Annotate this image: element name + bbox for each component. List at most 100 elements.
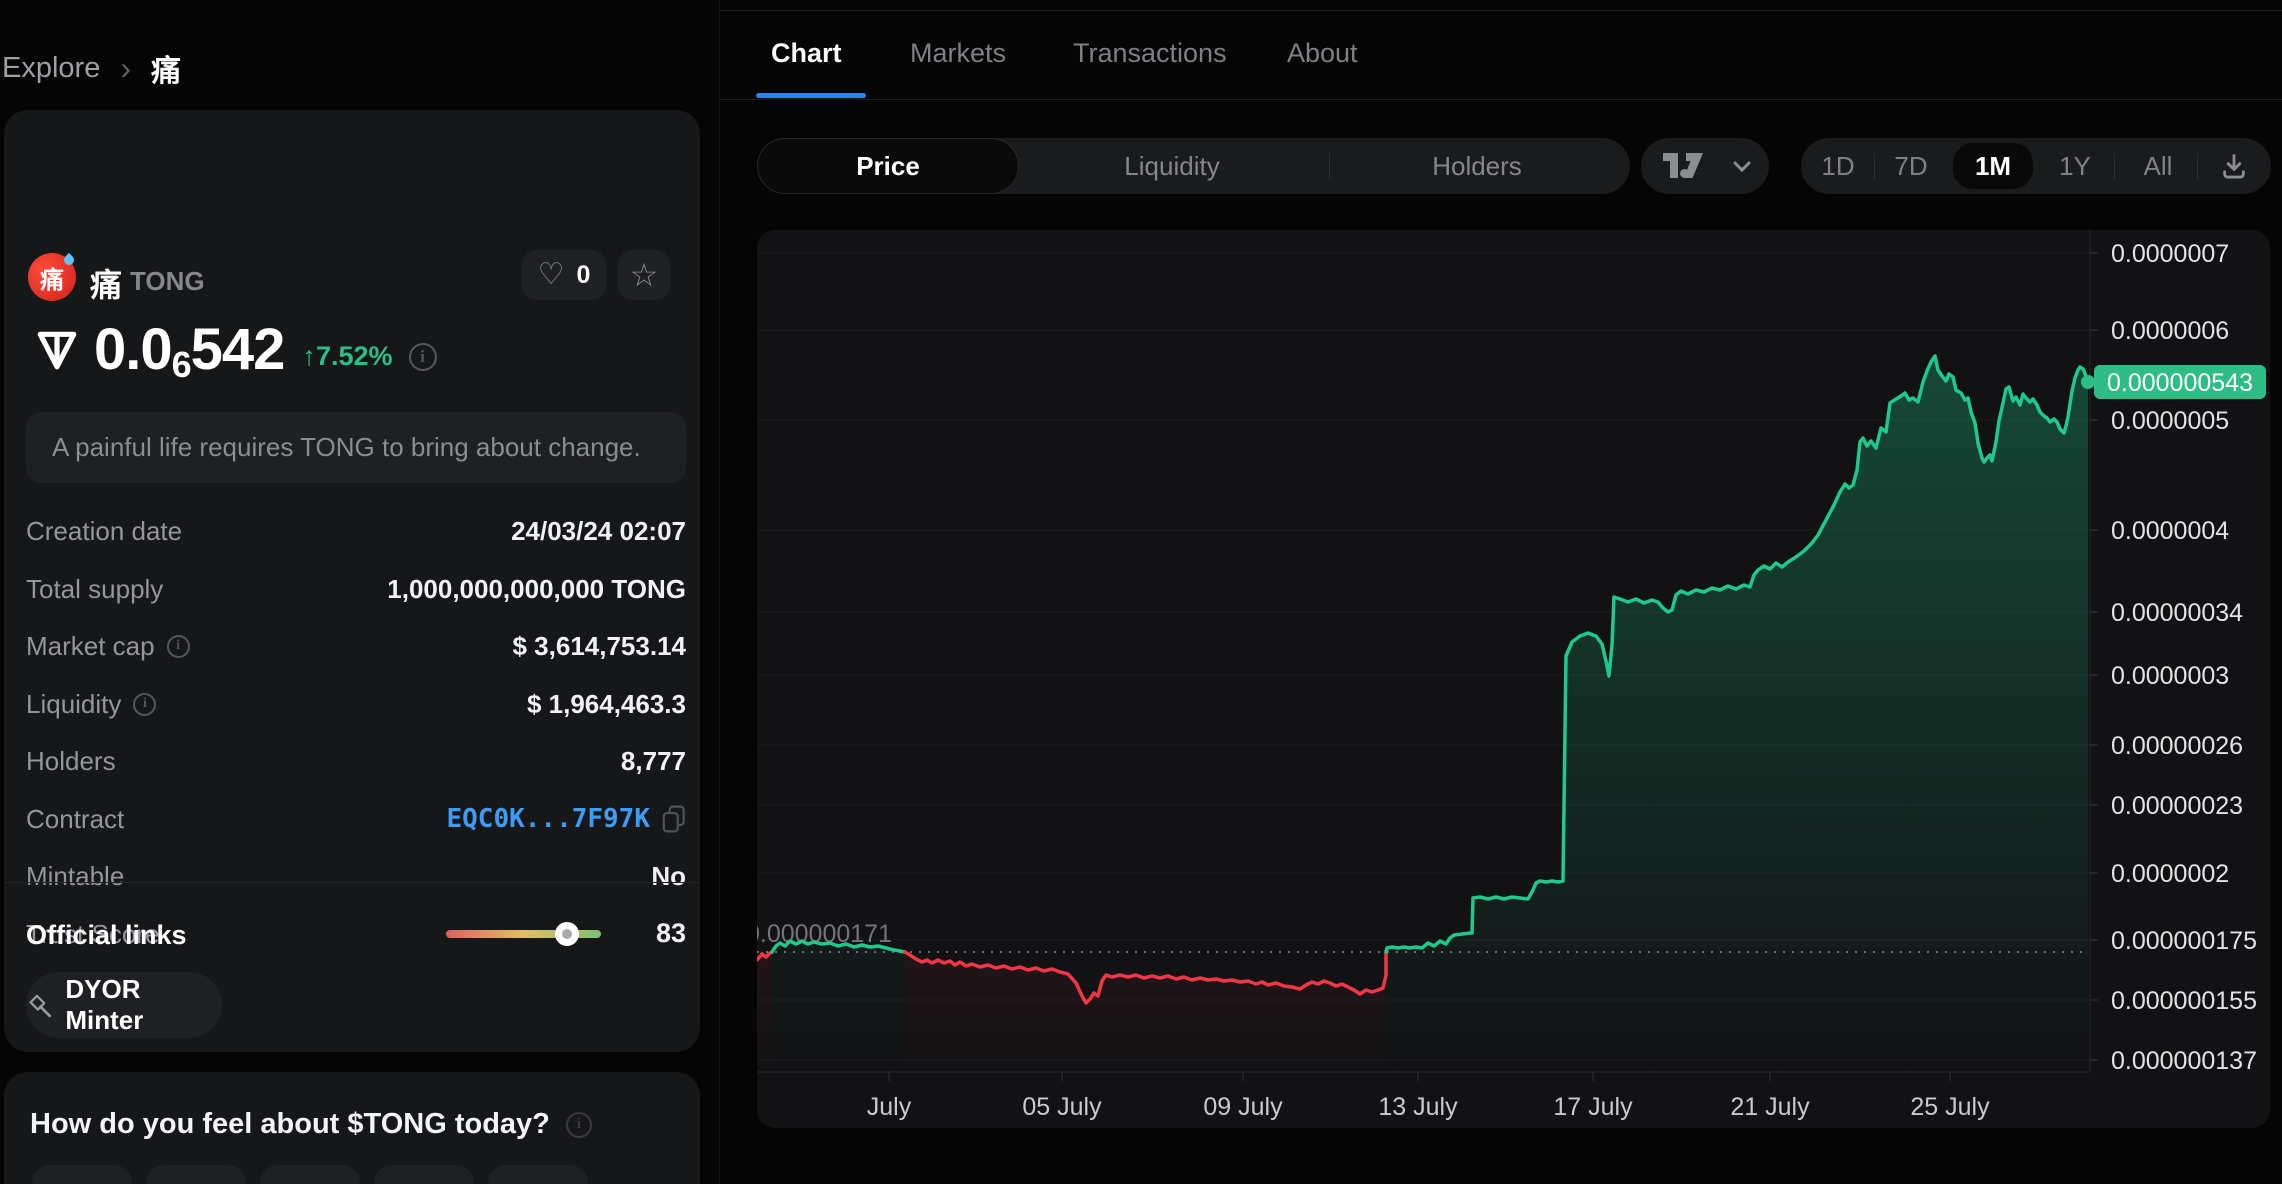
series-segmented-control: Price Liquidity Holders <box>757 138 1630 194</box>
svg-text:0.000000155: 0.000000155 <box>2111 987 2257 1015</box>
sentiment-info-icon[interactable]: i <box>565 1111 592 1138</box>
tab-chart[interactable]: Chart <box>771 38 842 69</box>
official-link-dyor-minter[interactable]: DYOR Minter <box>26 972 222 1038</box>
price-change-badge: ↑7.52% <box>302 341 393 371</box>
trust-knob-dot <box>562 929 572 939</box>
stat-label: Mintable <box>26 860 125 891</box>
price-info-icon[interactable]: i <box>408 342 437 371</box>
svg-text:0.00000023: 0.00000023 <box>2111 792 2243 820</box>
svg-text:0.000000543: 0.000000543 <box>2107 369 2253 397</box>
token-info-card: 痛 痛 TONG ♡ 0 ☆ 0.06542 ↑7.52% i A painfu… <box>4 110 700 1052</box>
sentiment-option-button[interactable] <box>260 1165 360 1184</box>
stat-row-total-supply: Total supply 1,000,000,000,000 TONG <box>26 569 686 609</box>
stat-value: 8,777 <box>620 745 686 776</box>
svg-text:17 July: 17 July <box>1553 1093 1633 1121</box>
timeframe-1m-active[interactable]: 1M <box>1953 143 2033 189</box>
svg-text:July: July <box>867 1093 912 1121</box>
contract-value-group: EQC0K...7F97K <box>447 804 687 834</box>
stat-label: Contract <box>26 803 125 834</box>
stat-label: Market cap i <box>26 631 190 662</box>
stat-label: Holders <box>26 745 116 776</box>
sentiment-title-text: How do you feel about $TONG today? <box>30 1108 550 1140</box>
stat-value: $ 3,614,753.14 <box>512 630 687 661</box>
timeframe-7d[interactable]: 7D <box>1894 138 1927 194</box>
hammer-icon <box>29 994 52 1018</box>
info-icon[interactable]: i <box>166 634 190 658</box>
like-button[interactable]: ♡ 0 <box>522 250 606 300</box>
svg-text:09 July: 09 July <box>1203 1093 1283 1121</box>
stat-label: Total supply <box>26 573 164 604</box>
sentiment-option-button[interactable] <box>488 1165 588 1184</box>
timeframe-divider <box>2114 153 2115 179</box>
stat-value: 1,000,000,000,000 TONG <box>387 573 686 604</box>
timeframe-1y[interactable]: 1Y <box>2059 138 2091 194</box>
chart-card: 0.000000171 0.0000007 0.0000006 0.0000005 0.… <box>757 230 2270 1128</box>
sentiment-option-button[interactable] <box>146 1165 246 1184</box>
favorite-button[interactable]: ☆ <box>618 250 670 300</box>
trust-score-group: 83 <box>446 914 686 954</box>
series-tab-label: Price <box>856 150 920 181</box>
token-price: 0.06542 <box>94 316 285 385</box>
token-avatar-glyph: 痛 <box>40 266 64 294</box>
panel-separator <box>719 0 720 1184</box>
stat-row-liquidity: Liquidity i $ 1,964,463.3 <box>26 684 686 724</box>
svg-text:0.000000175: 0.000000175 <box>2111 927 2257 955</box>
svg-text:0.0000005: 0.0000005 <box>2111 407 2229 435</box>
sentiment-option-button[interactable] <box>374 1165 474 1184</box>
svg-text:05 July: 05 July <box>1022 1093 1102 1121</box>
svg-text:13 July: 13 July <box>1378 1093 1458 1121</box>
price-chart[interactable]: 0.0000001710.00000070.00000060.00000050.… <box>757 230 2270 1128</box>
stat-label-text: Liquidity <box>26 688 122 719</box>
price-main: 0.0 <box>94 317 173 382</box>
timeframe-divider <box>1874 153 1875 179</box>
sentiment-card: How do you feel about $TONG today? i <box>4 1072 700 1184</box>
token-ticker: TONG <box>130 266 205 296</box>
trust-score-knob[interactable] <box>555 922 579 946</box>
svg-text:0.000000137: 0.000000137 <box>2111 1047 2257 1075</box>
like-count: 0 <box>576 260 591 289</box>
timeframe-1d[interactable]: 1D <box>1821 138 1854 194</box>
stat-label-text: Market cap <box>26 630 155 661</box>
breadcrumb-current: 痛 <box>150 55 181 88</box>
ton-icon <box>37 331 77 369</box>
series-tab-price[interactable]: Price <box>757 138 1019 194</box>
copy-icon[interactable] <box>662 805 686 833</box>
svg-text:0.0000007: 0.0000007 <box>2111 240 2229 268</box>
timeframe-group: 1D 7D 1M 1Y All <box>1801 138 2271 194</box>
svg-text:25 July: 25 July <box>1910 1093 1990 1121</box>
svg-text:0.0000006: 0.0000006 <box>2111 317 2229 345</box>
sentiment-title: How do you feel about $TONG today? i <box>30 1108 592 1141</box>
stat-value: $ 1,964,463.3 <box>526 688 686 719</box>
download-icon[interactable] <box>2220 152 2248 180</box>
sentiment-options <box>32 1165 588 1184</box>
token-description: A painful life requires TONG to bring ab… <box>52 432 641 462</box>
timeframe-all[interactable]: All <box>2144 138 2173 194</box>
stat-label: Liquidity i <box>26 688 157 720</box>
token-description-box: A painful life requires TONG to bring ab… <box>26 412 686 483</box>
breadcrumb-separator-icon: › <box>120 49 131 86</box>
breadcrumb: Explore › 痛 <box>2 46 181 90</box>
card-divider <box>4 882 700 883</box>
chevron-down-icon <box>1733 161 1751 173</box>
tear-icon <box>61 252 77 268</box>
breadcrumb-explore-link[interactable]: Explore <box>2 52 100 85</box>
tab-transactions[interactable]: Transactions <box>1073 38 1227 69</box>
stat-row-contract: Contract EQC0K...7F97K <box>26 799 686 839</box>
contract-address-link[interactable]: EQC0K...7F97K <box>447 804 651 834</box>
heart-icon: ♡ <box>537 258 565 291</box>
tab-about[interactable]: About <box>1287 38 1358 69</box>
svg-text:0.0000004: 0.0000004 <box>2111 517 2229 545</box>
svg-text:21 July: 21 July <box>1730 1093 1810 1121</box>
tabs-divider <box>720 99 2282 100</box>
sentiment-option-button[interactable] <box>32 1165 132 1184</box>
price-subscript: 6 <box>171 344 192 385</box>
star-icon: ☆ <box>629 257 659 293</box>
series-tab-holders[interactable]: Holders <box>1432 138 1522 194</box>
tab-markets[interactable]: Markets <box>910 38 1006 69</box>
series-tab-liquidity[interactable]: Liquidity <box>1124 138 1219 194</box>
token-avatar: 痛 <box>28 252 77 301</box>
tradingview-dropdown-button[interactable] <box>1641 138 1769 194</box>
price-row: 0.06542 ↑7.52% i <box>34 316 437 385</box>
timeframe-divider <box>2197 153 2198 179</box>
info-icon[interactable]: i <box>133 692 157 716</box>
